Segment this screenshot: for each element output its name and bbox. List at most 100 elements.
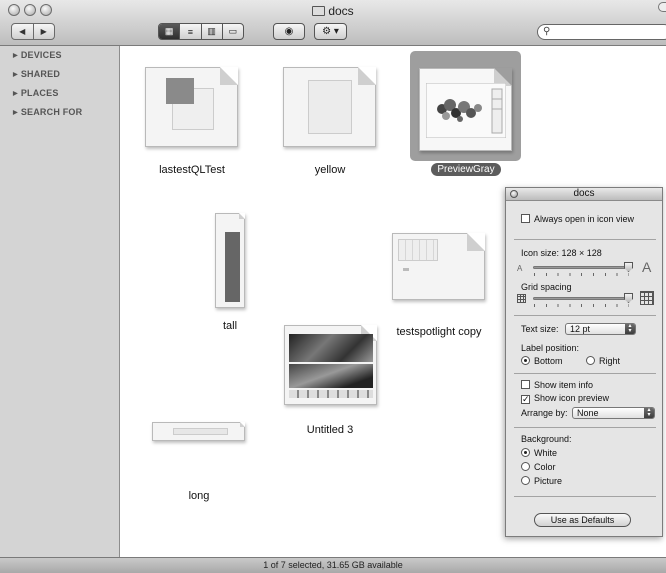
thumbnail-square <box>166 78 194 104</box>
page-curl-icon <box>239 213 245 219</box>
small-a-icon: A <box>517 264 523 273</box>
slider-ticks <box>534 273 629 276</box>
sidebar-item-label: SEARCH FOR <box>20 107 83 117</box>
grid-spacing-label: Grid spacing <box>521 282 572 292</box>
coverflow-view-button[interactable]: ▭ <box>221 24 243 39</box>
checkmark-icon[interactable]: ✓ <box>521 395 530 404</box>
view-mode-control: ▦ ≡ ▥ ▭ <box>158 23 244 40</box>
arrange-by-popup[interactable]: None ▴ ▾ <box>572 407 655 419</box>
show-item-info-checkbox[interactable]: Show item info <box>521 380 593 390</box>
always-open-checkbox[interactable]: Always open in icon view <box>521 214 634 224</box>
radio-icon[interactable] <box>521 462 530 471</box>
slider-ticks <box>534 304 629 307</box>
icon-size-label: Icon size: 128 × 128 <box>521 248 602 258</box>
document-icon <box>283 67 376 147</box>
file-name-selected: PreviewGray <box>431 163 501 176</box>
big-a-icon: A <box>642 259 652 275</box>
file-name: yellow <box>314 164 346 176</box>
page-curl-icon <box>240 422 245 427</box>
sidebar-item-label: PLACES <box>20 88 59 98</box>
back-forward-control: ◀ ▶ <box>11 23 55 40</box>
toolbar-toggle-button[interactable] <box>658 2 666 12</box>
quicklook-button[interactable]: ◉ <box>273 23 305 40</box>
thumbnail-page <box>308 80 352 134</box>
status-bar: 1 of 7 selected, 31.65 GB available <box>0 557 666 573</box>
grid-spacing-slider[interactable] <box>533 297 629 300</box>
text-size-popup[interactable]: 12 pt ▴ ▾ <box>565 323 636 335</box>
label-position-label: Label position: <box>521 343 580 353</box>
back-button[interactable]: ◀ <box>12 24 33 39</box>
radio-icon[interactable] <box>586 356 595 365</box>
disclosure-triangle-icon[interactable]: ▶ <box>13 72 18 78</box>
use-as-defaults-button[interactable]: Use as Defaults <box>534 513 631 527</box>
label-right-radio[interactable]: Right <box>586 356 620 366</box>
divider <box>514 427 656 428</box>
icon-view-button[interactable]: ▦ <box>159 24 180 39</box>
page-curl-icon <box>220 67 238 85</box>
file-name: lastestQLTest <box>159 164 225 176</box>
list-view-button[interactable]: ≡ <box>179 24 200 39</box>
search-field[interactable]: ⚲ <box>537 24 666 40</box>
search-icon: ⚲ <box>543 26 551 37</box>
panel-close-button[interactable] <box>510 190 518 198</box>
sidebar: ▶ DEVICES ▶ SHARED ▶ PLACES ▶ SEARCH FOR <box>0 46 120 557</box>
background-color-radio[interactable]: Color <box>521 462 556 472</box>
window-titlebar: docs ◀ ▶ ▦ ≡ ▥ ▭ ◉ ⚙ ▾ ⚲ <box>0 0 666 46</box>
action-menu-button[interactable]: ⚙ ▾ <box>314 23 347 40</box>
sidebar-item-devices[interactable]: ▶ DEVICES <box>13 50 62 60</box>
file-name: long <box>188 490 210 502</box>
thumbnail-grid <box>398 239 438 261</box>
small-grid-icon <box>517 294 526 303</box>
window-title-text: docs <box>328 4 354 18</box>
text-size-label: Text size: <box>521 324 559 334</box>
divider <box>514 496 656 497</box>
file-name: testspotlight copy <box>396 326 482 338</box>
radio-label: White <box>534 448 558 458</box>
thumbnail-bar <box>225 232 240 302</box>
checkbox-label: Show icon preview <box>534 393 610 403</box>
checkbox-label: Always open in icon view <box>534 214 635 224</box>
show-icon-preview-checkbox[interactable]: ✓ Show icon preview <box>521 393 609 404</box>
checkbox-icon[interactable] <box>521 380 530 389</box>
disclosure-triangle-icon[interactable]: ▶ <box>13 53 18 59</box>
eye-icon: ◉ <box>284 26 294 37</box>
popup-arrows-icon: ▴ ▾ <box>625 323 635 334</box>
background-picture-radio[interactable]: Picture <box>521 476 562 486</box>
radio-label: Picture <box>534 476 563 486</box>
arrange-by-value: None <box>577 408 599 418</box>
background-white-radio[interactable]: White <box>521 448 557 458</box>
grid-spacing-slider-knob[interactable] <box>624 293 633 303</box>
checkbox-icon[interactable] <box>521 214 530 223</box>
radio-icon[interactable] <box>521 448 530 457</box>
column-view-button[interactable]: ▥ <box>200 24 222 39</box>
document-icon <box>152 422 245 441</box>
sidebar-item-label: SHARED <box>20 69 61 79</box>
sidebar-item-shared[interactable]: ▶ SHARED <box>13 69 60 79</box>
icon-size-slider[interactable] <box>533 266 629 269</box>
sidebar-item-search-for[interactable]: ▶ SEARCH FOR <box>13 107 82 117</box>
page-curl-icon <box>358 67 376 85</box>
file-name: Untitled 3 <box>306 424 354 436</box>
page-curl-icon <box>467 233 485 251</box>
checkbox-label: Show item info <box>534 380 594 390</box>
radio-icon[interactable] <box>521 476 530 485</box>
sidebar-item-label: DEVICES <box>20 50 62 60</box>
divider <box>514 239 656 240</box>
document-icon <box>215 213 245 308</box>
background-label: Background: <box>521 434 572 444</box>
radio-icon[interactable] <box>521 356 530 365</box>
label-bottom-radio[interactable]: Bottom <box>521 356 563 366</box>
icon-size-slider-knob[interactable] <box>624 262 633 272</box>
thumbnail-mark <box>403 268 409 271</box>
panel-title: docs <box>573 188 595 199</box>
view-options-panel: docs Always open in icon view Icon size:… <box>505 187 663 537</box>
folder-icon <box>312 6 326 16</box>
disclosure-triangle-icon[interactable]: ▶ <box>13 91 18 97</box>
divider <box>514 315 656 316</box>
sidebar-item-places[interactable]: ▶ PLACES <box>13 88 59 98</box>
radio-label: Bottom <box>534 356 563 366</box>
popup-arrows-icon: ▴ ▾ <box>644 407 654 418</box>
radio-label: Right <box>599 356 621 366</box>
disclosure-triangle-icon[interactable]: ▶ <box>13 110 18 116</box>
forward-button[interactable]: ▶ <box>32 24 55 39</box>
